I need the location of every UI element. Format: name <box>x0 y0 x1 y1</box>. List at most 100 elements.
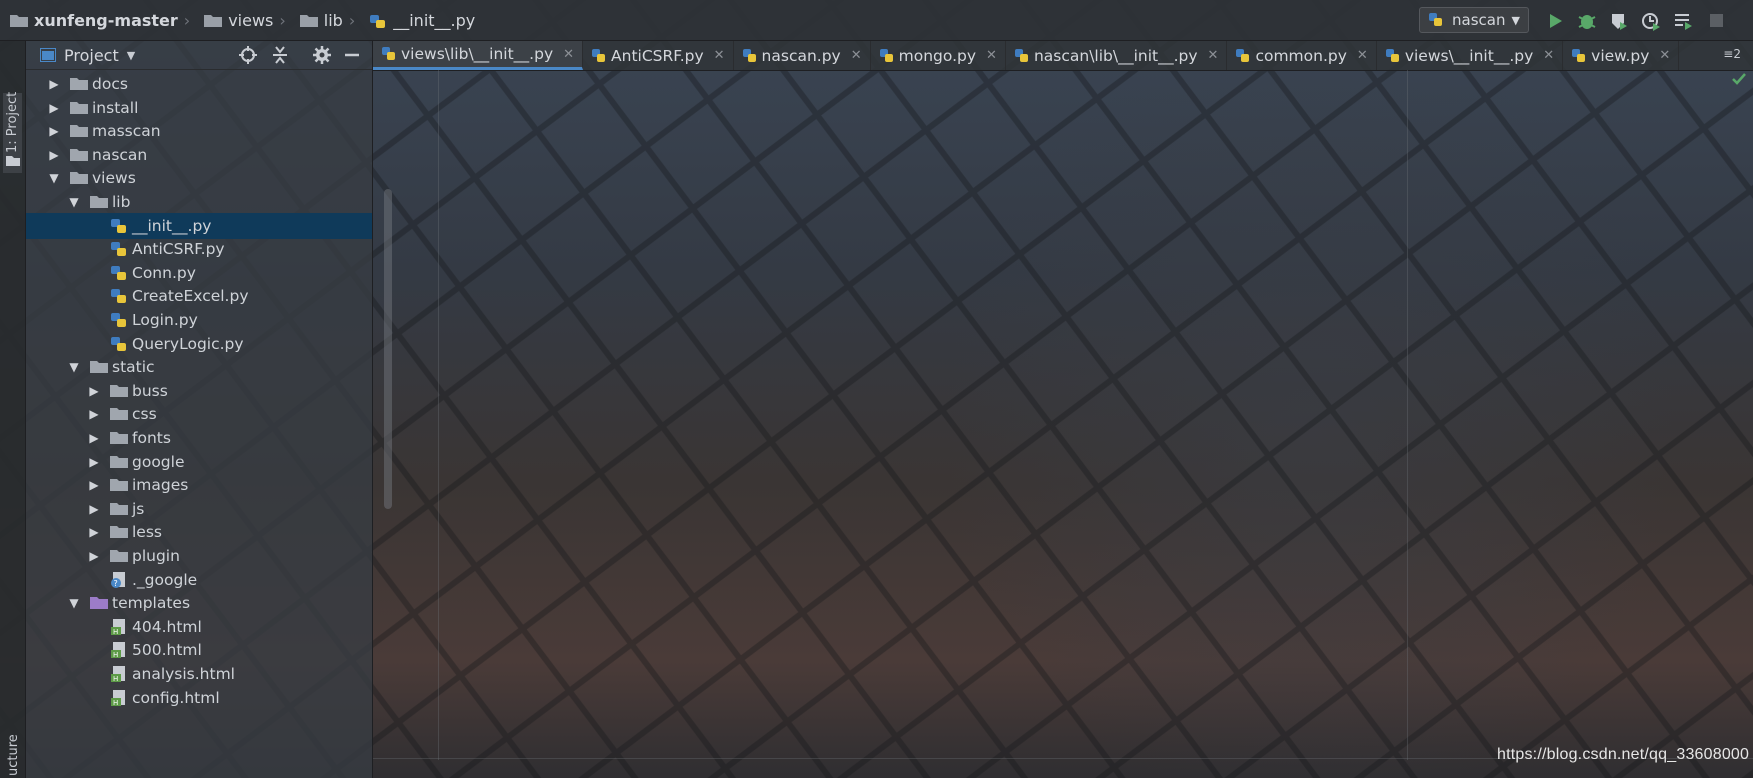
run-configuration-select[interactable]: nascan ▼ <box>1419 7 1529 33</box>
breadcrumb-item-lib[interactable]: lib › <box>299 11 363 30</box>
editor-tab[interactable]: common.py ✕ <box>1227 41 1377 70</box>
python-file-icon <box>1385 48 1399 62</box>
expand-arrow-down-icon[interactable]: ▼ <box>68 360 80 374</box>
tree-item-masscan[interactable]: ▶ masscan <box>26 118 372 144</box>
folder-icon <box>110 406 128 422</box>
chevron-down-icon: ▼ <box>1511 13 1520 27</box>
profile-icon[interactable] <box>1641 11 1661 31</box>
tree-item-static[interactable]: ▼ static <box>26 354 372 380</box>
editor-tab[interactable]: nascan\lib\__init__.py ✕ <box>1006 41 1228 70</box>
tree-item-label: plugin <box>132 547 180 565</box>
gear-icon[interactable] <box>312 45 332 65</box>
tree-item-label: QueryLogic.py <box>132 335 244 353</box>
tree-item-views[interactable]: ▼ views <box>26 165 372 191</box>
close-icon[interactable]: ✕ <box>563 47 574 62</box>
svg-text:?: ? <box>114 579 118 588</box>
close-icon[interactable]: ✕ <box>1357 48 1368 63</box>
stop-icon[interactable] <box>1707 11 1727 31</box>
expand-arrow-right-icon[interactable]: ▶ <box>88 525 100 539</box>
tree-item-css[interactable]: ▶ css <box>26 401 372 427</box>
expand-arrow-right-icon[interactable]: ▶ <box>88 431 100 445</box>
debug-icon[interactable] <box>1577 11 1597 31</box>
expand-arrow-down-icon[interactable]: ▼ <box>48 171 60 185</box>
editor-tab[interactable]: mongo.py ✕ <box>871 41 1006 70</box>
tree-item-label: CreateExcel.py <box>132 287 249 305</box>
coverage-icon[interactable] <box>1609 11 1629 31</box>
tree-item-createexcel-py[interactable]: CreateExcel.py <box>26 283 372 309</box>
python-file-icon <box>110 312 128 328</box>
chevron-down-icon[interactable]: ▼ <box>127 49 135 62</box>
tree-item-label: images <box>132 476 189 494</box>
tree-item-images[interactable]: ▶ images <box>26 472 372 498</box>
folder-icon <box>110 477 128 493</box>
tree-item-fonts[interactable]: ▶ fonts <box>26 425 372 451</box>
structure-tab-label[interactable]: ucture <box>6 734 21 776</box>
folder-icon <box>6 156 20 166</box>
tree-item-label: 404.html <box>132 618 202 636</box>
close-icon[interactable]: ✕ <box>851 48 862 63</box>
breadcrumb-item-project[interactable]: xunfeng-master › <box>10 11 198 30</box>
expand-arrow-right-icon[interactable]: ▶ <box>88 407 100 421</box>
expand-arrow-down-icon[interactable]: ▼ <box>68 195 80 209</box>
unknown-file-icon: ? <box>110 572 128 588</box>
close-icon[interactable]: ✕ <box>714 48 725 63</box>
tree-item-plugin[interactable]: ▶ plugin <box>26 543 372 569</box>
collapse-all-icon[interactable] <box>270 45 290 65</box>
html-file-icon: H <box>110 690 128 706</box>
python-file-icon <box>1572 48 1586 62</box>
python-icon <box>1429 13 1442 26</box>
editor-tab-label: common.py <box>1255 46 1347 65</box>
left-tool-strip: 1: Project ucture <box>0 41 26 778</box>
tree-item-500-html[interactable]: H 500.html <box>26 637 372 663</box>
expand-arrow-right-icon[interactable]: ▶ <box>88 502 100 516</box>
close-icon[interactable]: ✕ <box>1208 48 1219 63</box>
run-list-icon[interactable] <box>1673 11 1693 31</box>
editor-tab[interactable]: nascan.py ✕ <box>734 41 871 70</box>
tree-item-less[interactable]: ▶ less <box>26 519 372 545</box>
expand-arrow-right-icon[interactable]: ▶ <box>88 384 100 398</box>
expand-arrow-right-icon[interactable]: ▶ <box>48 101 60 115</box>
editor-tab-label: views\__init__.py <box>1404 46 1534 65</box>
project-tool-window-tab[interactable]: 1: Project <box>3 92 22 173</box>
chevron-right-icon: › <box>279 10 286 30</box>
tree-item-docs[interactable]: ▶ docs <box>26 71 372 97</box>
editor-tab[interactable]: AntiCSRF.py ✕ <box>583 41 734 70</box>
editor-tab[interactable]: views\__init__.py ✕ <box>1377 41 1564 70</box>
expand-arrow-right-icon[interactable]: ▶ <box>48 77 60 91</box>
python-file-icon <box>592 48 606 62</box>
expand-arrow-right-icon[interactable]: ▶ <box>88 478 100 492</box>
project-tree-scrollbar[interactable] <box>384 189 392 509</box>
svg-text:H: H <box>113 651 118 658</box>
tree-item-anticsrf-py[interactable]: AntiCSRF.py <box>26 236 372 262</box>
expand-arrow-right-icon[interactable]: ▶ <box>88 455 100 469</box>
close-icon[interactable]: ✕ <box>1659 48 1670 63</box>
python-file-icon <box>110 265 128 281</box>
tree-item-templates[interactable]: ▼ templates <box>26 590 372 616</box>
html-file-icon: H <box>110 666 128 682</box>
breadcrumb-item-file[interactable]: __init__.py <box>369 11 475 30</box>
expand-arrow-right-icon[interactable]: ▶ <box>48 124 60 138</box>
python-file-icon <box>110 218 128 234</box>
tree-item-analysis-html[interactable]: Hanalysis.html <box>26 661 372 687</box>
tree-item-login-py[interactable]: Login.py <box>26 307 372 333</box>
editor-tab[interactable]: view.py ✕ <box>1563 41 1680 70</box>
expand-arrow-down-icon[interactable]: ▼ <box>68 596 80 610</box>
run-icon[interactable] <box>1545 11 1565 31</box>
close-icon[interactable]: ✕ <box>1543 48 1554 63</box>
close-icon[interactable]: ✕ <box>986 48 997 63</box>
folder-icon <box>90 194 108 210</box>
project-panel-title[interactable]: Project <box>64 46 119 65</box>
python-file-icon <box>742 48 756 62</box>
locate-file-icon[interactable] <box>238 45 258 65</box>
tabs-overflow-indicator[interactable]: ≡2 <box>1723 47 1741 61</box>
breadcrumb-item-views[interactable]: views › <box>204 11 294 30</box>
tree-item-config-html[interactable]: Hconfig.html <box>26 685 372 711</box>
tree-item-lib[interactable]: ▼ lib <box>26 189 372 215</box>
expand-arrow-right-icon[interactable]: ▶ <box>48 148 60 162</box>
editor-tab[interactable]: views\lib\__init__.py ✕ <box>373 41 584 70</box>
editor-tab-label: views\lib\__init__.py <box>401 45 554 63</box>
hide-panel-icon[interactable] <box>342 45 362 65</box>
python-file-icon <box>110 241 128 257</box>
editor-gutter-divider <box>438 70 439 760</box>
expand-arrow-right-icon[interactable]: ▶ <box>88 549 100 563</box>
